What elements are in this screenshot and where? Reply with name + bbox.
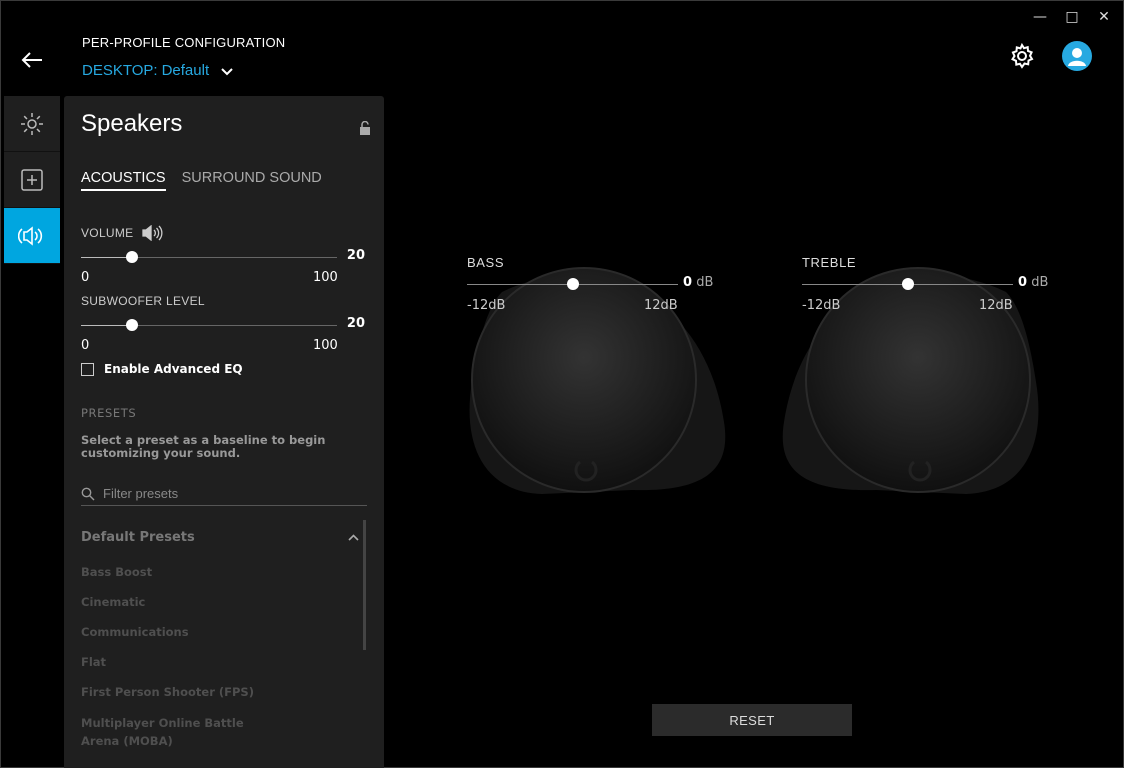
close-icon[interactable]: ✕ <box>1088 6 1120 28</box>
subwoofer-slider-thumb[interactable] <box>126 319 139 331</box>
volume-label: VOLUME <box>81 226 134 240</box>
speakers-panel: Speakers ACOUSTICS SURROUND SOUND VOLUME… <box>64 96 384 768</box>
profile-dropdown[interactable]: DESKTOP: Default <box>82 61 233 80</box>
subwoofer-slider[interactable] <box>81 319 337 331</box>
maximize-icon[interactable]: □ <box>1056 6 1088 28</box>
bass-min: -12dB <box>467 298 506 313</box>
subwoofer-label: SUBWOOFER LEVEL <box>81 294 205 308</box>
sidebar-item-speakers[interactable] <box>4 208 60 264</box>
window-controls: — □ ✕ <box>1024 6 1120 28</box>
subwoofer-min: 0 <box>81 338 90 353</box>
back-arrow-icon[interactable] <box>18 47 46 73</box>
treble-unit: dB <box>1031 275 1049 290</box>
checkbox-box[interactable] <box>81 362 94 376</box>
tab-bar: ACOUSTICS SURROUND SOUND <box>81 170 322 191</box>
preset-item[interactable]: Multiplayer Online Battle Arena (MOBA) <box>81 714 281 748</box>
volume-label-row: VOLUME <box>81 225 163 241</box>
filter-presets-field[interactable] <box>81 482 367 506</box>
search-icon <box>81 487 95 500</box>
bass-value-readout: 0 dB <box>683 275 713 290</box>
preset-item[interactable]: Communications <box>81 624 281 654</box>
user-avatar-icon[interactable] <box>1062 41 1092 71</box>
volume-slider[interactable] <box>81 251 337 263</box>
volume-icon <box>142 225 163 241</box>
volume-slider-thumb[interactable] <box>126 251 139 263</box>
chevron-down-icon <box>221 63 233 80</box>
speaker-icon <box>18 225 43 246</box>
advanced-eq-checkbox[interactable]: Enable Advanced EQ <box>81 362 243 376</box>
treble-label: TREBLE <box>802 255 857 270</box>
presets-scrollbar[interactable] <box>363 520 366 650</box>
chevron-up-icon[interactable] <box>348 534 359 541</box>
preset-item[interactable]: Bass Boost <box>81 564 281 594</box>
preset-item[interactable]: Flat <box>81 654 281 684</box>
minimize-icon[interactable]: — <box>1024 6 1056 28</box>
bass-unit: dB <box>696 275 714 290</box>
treble-slider[interactable] <box>802 278 1013 290</box>
profile-scope: DESKTOP: <box>82 62 158 79</box>
volume-min: 0 <box>81 270 90 285</box>
subwoofer-value: 20 <box>346 316 365 331</box>
bass-value: 0 <box>683 275 693 290</box>
gear-icon[interactable] <box>1008 42 1036 70</box>
filter-presets-input[interactable] <box>103 486 343 501</box>
bass-slider[interactable] <box>467 278 678 290</box>
preset-item[interactable]: First Person Shooter (FPS) <box>81 684 281 714</box>
reset-button[interactable]: RESET <box>652 704 852 736</box>
presets-description: Select a preset as a baseline to begin c… <box>81 433 326 460</box>
bass-max: 12dB <box>644 298 678 313</box>
sidebar-item-lighting[interactable] <box>4 96 60 152</box>
sidebar-item-assignments[interactable] <box>4 152 60 208</box>
treble-max: 12dB <box>979 298 1013 313</box>
bass-slider-thumb[interactable] <box>566 278 579 290</box>
add-icon <box>21 168 43 191</box>
treble-value: 0 <box>1018 275 1028 290</box>
preset-list: Bass Boost Cinematic Communications Flat… <box>81 564 281 748</box>
panel-title: Speakers <box>81 110 183 137</box>
tab-surround-sound[interactable]: SURROUND SOUND <box>182 170 322 191</box>
tab-acoustics[interactable]: ACOUSTICS <box>81 170 166 191</box>
default-presets-label: Default Presets <box>81 530 195 545</box>
advanced-eq-label: Enable Advanced EQ <box>104 362 243 376</box>
default-presets-header[interactable]: Default Presets <box>81 530 359 545</box>
profile-name: Default <box>161 62 210 79</box>
treble-min: -12dB <box>802 298 841 313</box>
volume-value: 20 <box>346 248 365 263</box>
volume-fill <box>81 257 133 258</box>
volume-max: 100 <box>313 270 338 285</box>
bass-label: BASS <box>467 255 505 270</box>
subwoofer-max: 100 <box>313 338 338 353</box>
lighting-icon <box>21 112 43 135</box>
treble-value-readout: 0 dB <box>1018 275 1048 290</box>
page-title: PER-PROFILE CONFIGURATION <box>82 35 286 50</box>
presets-heading: PRESETS <box>81 406 137 420</box>
unlock-icon[interactable] <box>359 120 371 139</box>
treble-slider-thumb[interactable] <box>901 278 914 290</box>
subwoofer-fill <box>81 325 133 326</box>
sidebar-rail <box>4 96 60 264</box>
preset-item[interactable]: Cinematic <box>81 594 281 624</box>
